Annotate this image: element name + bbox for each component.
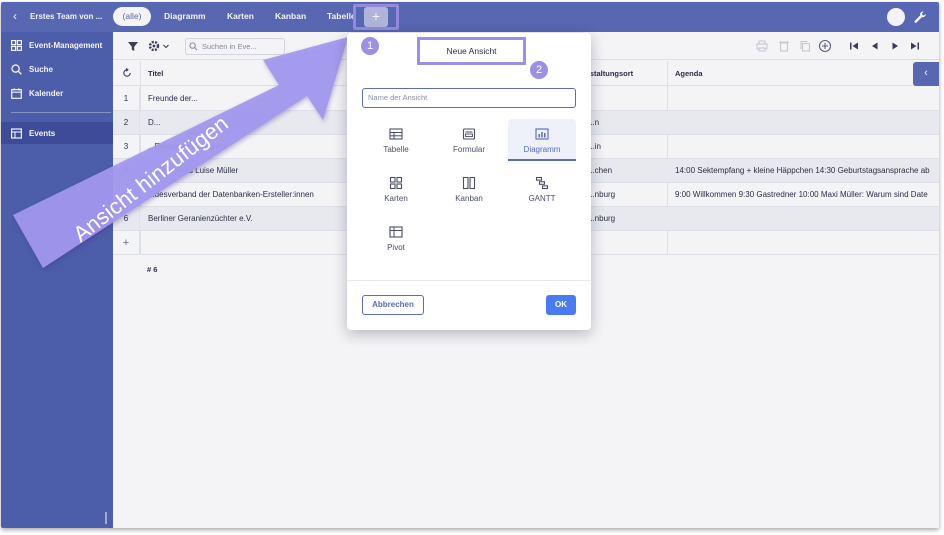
kanban-icon bbox=[462, 176, 476, 190]
avatar[interactable] bbox=[887, 8, 905, 26]
view-option-diagramm[interactable]: Diagramm bbox=[508, 119, 576, 161]
view-option-label: Pivot bbox=[387, 243, 405, 252]
sidebar-item-kalender[interactable]: Kalender bbox=[11, 85, 63, 101]
sidebar-item-events[interactable]: Events bbox=[11, 125, 55, 141]
column-header-agenda[interactable]: Agenda bbox=[675, 69, 703, 78]
add-view-button[interactable]: + bbox=[364, 7, 388, 27]
cell-titel[interactable]: ...desverband der Datenbanken-Ersteller:… bbox=[148, 183, 314, 207]
view-option-label: Tabelle bbox=[383, 145, 409, 154]
ok-button[interactable]: OK bbox=[546, 295, 576, 315]
cell-ort[interactable]: ...chen bbox=[588, 159, 612, 183]
table-icon bbox=[11, 127, 22, 139]
row-number: 3 bbox=[113, 135, 140, 158]
view-option-label: GANTT bbox=[528, 194, 556, 203]
view-option-tabelle[interactable]: Tabelle bbox=[362, 119, 430, 161]
tab-karten[interactable]: Karten bbox=[227, 11, 254, 21]
cell-ort[interactable]: ...nburg bbox=[588, 207, 615, 231]
view-option-kanban[interactable]: Kanban bbox=[435, 168, 503, 210]
form-icon bbox=[462, 128, 476, 140]
add-circle-icon[interactable] bbox=[818, 39, 832, 53]
filter-icon[interactable] bbox=[126, 39, 140, 53]
sidebar-item-event-management[interactable]: Event-Management bbox=[11, 37, 102, 53]
cell-ort[interactable]: ...nburg bbox=[588, 183, 615, 207]
view-option-label: Karten bbox=[384, 194, 408, 203]
top-bar: ‹ Erstes Team von ... (alle) Diagramm Ka… bbox=[1, 2, 939, 32]
cell-agenda[interactable]: 14:00 Sektempfang + kleine Häppchen 14:3… bbox=[675, 159, 939, 183]
chevron-down-icon[interactable] bbox=[162, 39, 170, 53]
view-option-label: Formular bbox=[452, 145, 485, 154]
view-option-pivot[interactable]: Pivot bbox=[362, 217, 430, 259]
cell-titel[interactable]: Berliner Geranienzüchter e.V. bbox=[148, 207, 253, 231]
bar-chart-icon bbox=[535, 128, 549, 140]
chevron-left-icon[interactable]: ‹ bbox=[913, 62, 939, 86]
search-icon bbox=[189, 42, 198, 51]
pivot-icon bbox=[389, 226, 403, 238]
sidebar-item-label: Suche bbox=[29, 64, 54, 74]
first-page-icon[interactable] bbox=[847, 39, 861, 53]
row-number: 2 bbox=[113, 111, 140, 134]
tab-all[interactable]: (alle) bbox=[113, 7, 151, 26]
tab-diagramm[interactable]: Diagramm bbox=[164, 11, 206, 21]
cards-icon bbox=[389, 176, 403, 190]
step-marker-1: 1 bbox=[361, 37, 379, 55]
view-option-label: Kanban bbox=[455, 194, 483, 203]
view-option-formular[interactable]: Formular bbox=[435, 119, 503, 161]
next-page-icon[interactable] bbox=[888, 39, 902, 53]
last-page-icon[interactable] bbox=[908, 39, 922, 53]
add-row-icon[interactable]: + bbox=[113, 231, 140, 254]
print-icon[interactable] bbox=[755, 39, 769, 53]
view-name-input[interactable]: Name der Ansicht bbox=[362, 88, 576, 108]
sidebar-item-label: Kalender bbox=[29, 88, 64, 98]
previous-page-icon[interactable] bbox=[868, 39, 882, 53]
sidebar-item-suche[interactable]: Suche bbox=[11, 61, 53, 77]
row-number: 1 bbox=[113, 87, 140, 110]
step-marker-2: 2 bbox=[530, 61, 548, 79]
tab-kanban[interactable]: Kanban bbox=[275, 11, 306, 21]
view-option-gantt[interactable]: GANTT bbox=[508, 168, 576, 210]
gantt-icon bbox=[535, 176, 549, 190]
copy-icon[interactable] bbox=[798, 39, 812, 53]
row-count: # 6 bbox=[147, 265, 158, 274]
back-chevron-icon[interactable]: ‹ bbox=[13, 10, 17, 22]
trash-icon[interactable] bbox=[777, 39, 791, 53]
search-icon bbox=[11, 63, 22, 75]
sidebar-resize-handle[interactable] bbox=[105, 512, 107, 524]
view-option-karten[interactable]: Karten bbox=[362, 168, 430, 210]
gear-icon[interactable] bbox=[147, 39, 161, 53]
grid-icon bbox=[11, 39, 22, 51]
search-input[interactable]: Suchen in Eve... bbox=[185, 38, 285, 55]
tab-tabelle[interactable]: Tabelle bbox=[327, 11, 356, 21]
cell-agenda[interactable]: 9:00 Willkommen 9:30 Gastredner 10:00 Ma… bbox=[675, 183, 939, 207]
sidebar-item-label: Events bbox=[29, 128, 56, 138]
column-header-titel[interactable]: Titel bbox=[148, 69, 163, 78]
wrench-icon[interactable] bbox=[913, 10, 927, 24]
cell-titel[interactable]: Freunde der... bbox=[148, 87, 198, 111]
app-window: ‹ Erstes Team von ... (alle) Diagramm Ka… bbox=[1, 2, 939, 528]
table-icon bbox=[389, 128, 403, 140]
team-name[interactable]: Erstes Team von ... bbox=[30, 12, 102, 21]
dialog-title-highlight: Neue Ansicht bbox=[417, 37, 526, 65]
cell-titel[interactable]: D... bbox=[148, 111, 160, 135]
cancel-button[interactable]: Abbrechen bbox=[362, 295, 424, 315]
dialog-title: Neue Ansicht bbox=[446, 46, 497, 56]
sidebar-divider bbox=[11, 112, 111, 113]
calendar-icon bbox=[11, 87, 22, 99]
dialog-divider bbox=[347, 280, 591, 281]
view-option-label: Diagramm bbox=[523, 145, 561, 154]
sidebar: Event-Management Suche Kalender Events bbox=[1, 32, 113, 528]
new-view-dialog: Neue Ansicht Name der Ansicht Tabelle Fo… bbox=[347, 33, 591, 330]
sidebar-item-label: Event-Management bbox=[29, 40, 103, 50]
refresh-icon[interactable] bbox=[122, 68, 132, 78]
